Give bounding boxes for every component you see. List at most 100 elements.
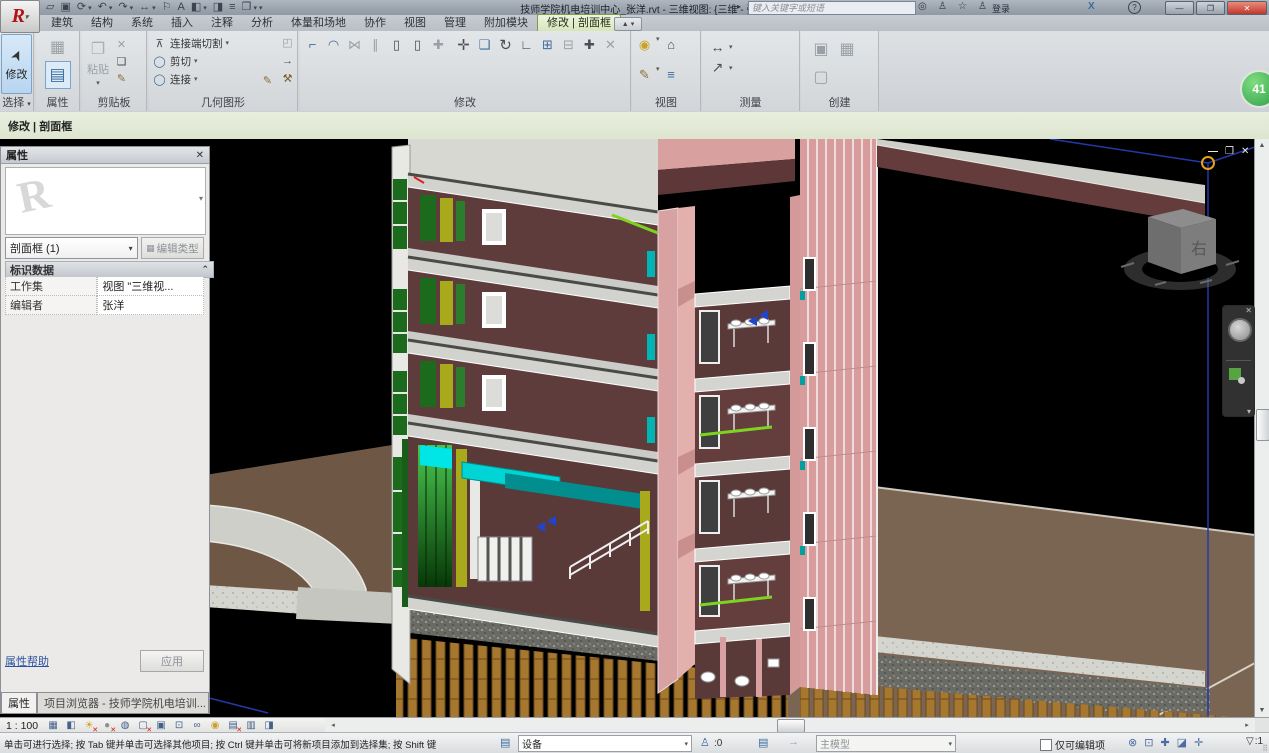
tab-architecture[interactable]: 建筑 [42, 15, 82, 31]
select-by-face-icon[interactable]: ◪ [1177, 736, 1187, 749]
edited-by-value[interactable]: 张洋 [97, 296, 204, 315]
search-expand-icon[interactable]: ▸ [737, 2, 741, 11]
dimension-dropdown2-icon[interactable]: ▾ [729, 64, 733, 72]
editable-only-toggle[interactable]: 仅可编辑项 [1040, 737, 1105, 752]
editable-only-checkbox[interactable] [1040, 739, 1052, 751]
temporary-hide-isolate-icon[interactable]: ∞ [190, 719, 204, 732]
reveal-hidden-elements-icon[interactable]: ◉ [208, 719, 222, 732]
search-icon[interactable]: ◎ [918, 1, 927, 12]
delete-icon[interactable]: ✕ [114, 37, 129, 52]
panel-select-label[interactable]: 选择 ▾ [0, 94, 33, 110]
cut-geometry-button[interactable]: ◯ 剪切 ▾ [149, 52, 297, 70]
copy-icon[interactable]: ❏ [114, 54, 129, 69]
minimize-button[interactable]: — [1165, 1, 1194, 15]
move-icon[interactable]: ✛ [454, 35, 473, 54]
tab-properties-palette[interactable]: 属性 [1, 692, 37, 713]
panel-geometry-label[interactable]: 几何图形 [149, 94, 297, 110]
search-input[interactable]: 键入关键字或短语 [748, 1, 916, 15]
modify-tool-button[interactable]: ➤ 修改 [1, 34, 32, 94]
thin-lines-icon[interactable]: ≡ [229, 1, 235, 14]
align-icon[interactable]: ⌐ [303, 35, 322, 54]
vertical-scroll-thumb[interactable] [1256, 409, 1269, 441]
ribbon-collapse-button[interactable]: ▲▾ [614, 17, 642, 31]
apply-button[interactable]: 应用 [140, 650, 204, 672]
default-3d-view-icon[interactable]: ◧ [191, 1, 201, 14]
tab-collaborate[interactable]: 协作 [355, 15, 395, 31]
copy-tool-icon[interactable]: ❏ [475, 35, 494, 54]
properties-help-link[interactable]: 属性帮助 [5, 653, 49, 669]
scroll-up-icon[interactable]: ▲ [1256, 139, 1268, 152]
paint-icon[interactable]: ✎ [260, 73, 275, 88]
type-preview-dropdown-icon[interactable]: ▾ [199, 194, 203, 203]
horizontal-scrollbar[interactable]: ◂ ▸ [325, 718, 1255, 733]
steering-wheel-icon[interactable] [1228, 318, 1252, 342]
redo-dropdown-icon[interactable]: ▾ [130, 4, 134, 12]
properties-close-icon[interactable]: ✕ [196, 150, 204, 161]
linework-icon[interactable]: ≡ [662, 65, 681, 84]
application-menu-button[interactable]: R▾ [0, 0, 40, 33]
tab-systems[interactable]: 系统 [122, 15, 162, 31]
tab-modify-section-box[interactable]: 修改 | 剖面框 [537, 14, 621, 31]
navbar-options-icon[interactable]: ▾ [1247, 407, 1251, 416]
tab-structure[interactable]: 结构 [82, 15, 122, 31]
sign-in-icon[interactable]: ♙ [978, 1, 987, 12]
maximize-button[interactable]: ❐ [1196, 1, 1225, 15]
analytical-model-icon[interactable]: ▥ [244, 719, 258, 732]
tab-annotate[interactable]: 注释 [202, 15, 242, 31]
delete-tool-icon[interactable]: ✕ [601, 35, 620, 54]
favorites-icon[interactable]: ☆ [958, 1, 967, 12]
select-links-icon[interactable]: ⊗ [1128, 736, 1137, 749]
hide-elements-bulb-icon[interactable]: ◉ [635, 35, 654, 54]
design-options-dialog-icon[interactable]: ▤ [758, 736, 768, 749]
show-crop-region-icon[interactable]: ▣ [154, 719, 168, 732]
panel-clipboard-label[interactable]: 剪贴板 [82, 94, 146, 110]
override-graphics-brush-icon[interactable]: ✎ [635, 65, 654, 84]
dimension-dropdown-icon[interactable]: ▾ [152, 4, 156, 12]
close-button[interactable]: ✕ [1227, 1, 1267, 15]
tab-insert[interactable]: 插入 [162, 15, 202, 31]
exchange-apps-icon[interactable]: X [1088, 1, 1095, 12]
properties-palette-icon[interactable]: ▤ [45, 61, 71, 89]
section-icon[interactable]: ◨ [213, 1, 223, 14]
panel-properties-label[interactable]: 属性 [36, 94, 79, 110]
edit-type-button[interactable]: ▦ 编辑类型 [141, 237, 204, 259]
undo-dropdown-icon[interactable]: ▾ [109, 4, 113, 12]
unpin-icon[interactable]: ✚ [429, 35, 448, 54]
render-icon[interactable]: ⌂ [662, 35, 681, 54]
active-workset-dropdown[interactable]: 设备 ▾ [518, 735, 692, 752]
select-underlay-icon[interactable]: ⊡ [1144, 736, 1153, 749]
split-element-icon[interactable]: ▯ [387, 35, 406, 54]
view-scale-button[interactable]: 1 : 100 [6, 720, 38, 732]
group-collapse-icon[interactable]: ⌃ [201, 264, 209, 275]
render-dialog-icon[interactable]: ◍ [118, 719, 132, 732]
create-group-icon[interactable]: ▦ [835, 37, 859, 61]
navbar-close-icon[interactable]: ✕ [1245, 306, 1252, 315]
cope-icon[interactable]: ◰ [280, 35, 295, 50]
undo-icon[interactable]: ↶ [98, 1, 107, 14]
panel-measure-label[interactable]: 测量 [702, 94, 799, 110]
subscription-icon[interactable]: ♙ [938, 1, 947, 12]
scroll-right-icon[interactable]: ▸ [1241, 719, 1253, 732]
navigation-bar[interactable]: ✕ ▾ [1222, 305, 1255, 417]
switch-windows-dropdown-icon[interactable]: ▾ [253, 4, 257, 12]
active-design-option-dropdown[interactable]: 主模型 ▾ [816, 735, 956, 752]
redo-icon[interactable]: ↷ [118, 1, 127, 14]
view-close-icon[interactable]: ✕ [1241, 146, 1249, 157]
shadows-icon[interactable]: ●✕ [100, 719, 114, 732]
sync-icon[interactable]: ⟳ [77, 1, 86, 14]
help-icon[interactable]: ? [1128, 1, 1141, 14]
open-icon[interactable]: ▱ [46, 1, 54, 14]
select-pinned-icon[interactable]: ✚ [1160, 736, 1169, 749]
tab-manage[interactable]: 管理 [435, 15, 475, 31]
demolish-hammer-icon[interactable]: ⚒ [280, 71, 295, 86]
family-types-icon[interactable]: ▦ [47, 36, 69, 58]
create-similar-icon[interactable]: ▢ [809, 65, 833, 89]
aligned-dimension-icon[interactable]: ↗ [710, 60, 725, 75]
worksets-icon[interactable]: ▤ [500, 736, 510, 749]
tab-massing-site[interactable]: 体量和场地 [282, 15, 355, 31]
rotate-icon[interactable]: ↻ [496, 35, 515, 54]
tag-icon[interactable]: ⚐ [162, 1, 172, 14]
text-icon[interactable]: A [177, 1, 184, 14]
tab-view[interactable]: 视图 [395, 15, 435, 31]
legend-component-icon[interactable]: ▣ [809, 37, 833, 61]
